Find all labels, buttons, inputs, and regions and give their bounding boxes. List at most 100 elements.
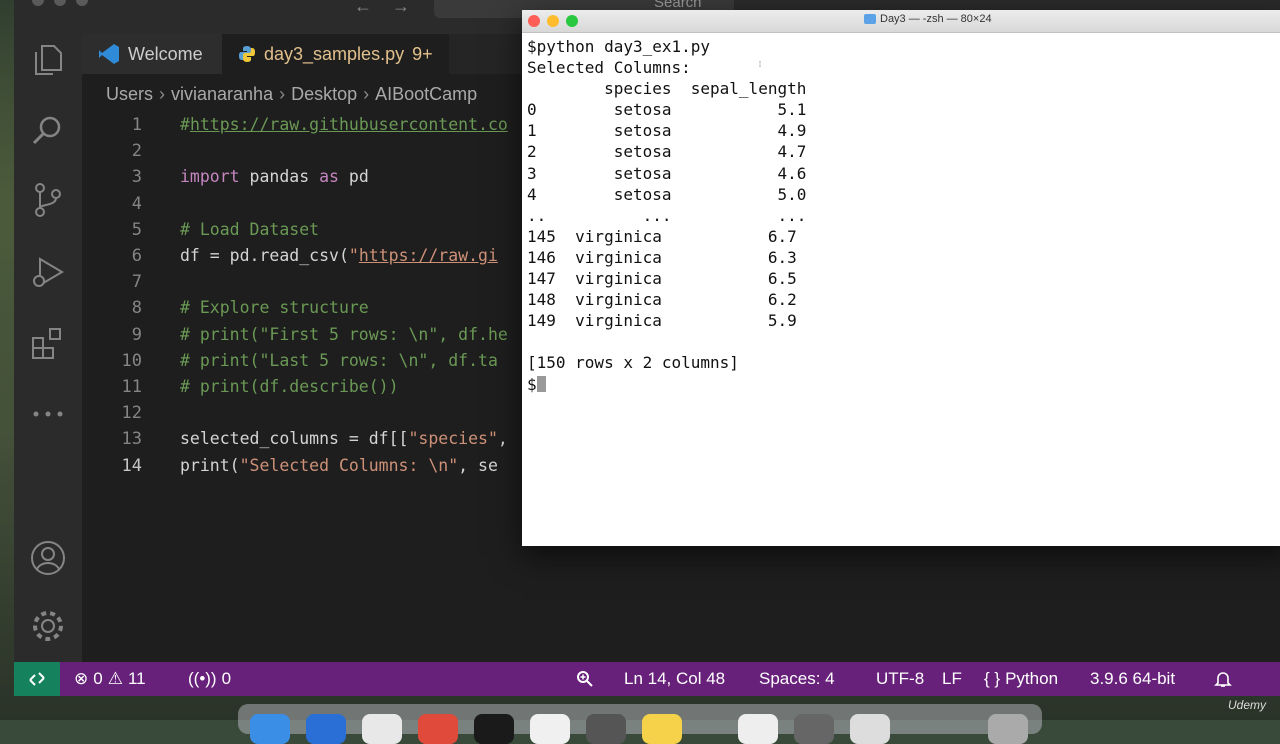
minimize-dot[interactable] bbox=[54, 0, 66, 6]
code-token: # print(df.describe()) bbox=[180, 377, 399, 396]
tab-label: day3_samples.py bbox=[264, 43, 405, 64]
udemy-watermark: Udemy bbox=[1227, 698, 1266, 712]
settings-gear-icon[interactable] bbox=[30, 608, 66, 644]
code-token: df = pd.read_csv( bbox=[180, 246, 349, 265]
app-dock-icon[interactable] bbox=[794, 714, 834, 744]
breadcrumb-item[interactable]: Desktop bbox=[291, 84, 357, 104]
notifications-bell-icon[interactable] bbox=[1214, 662, 1232, 696]
problems-badge: 9+ bbox=[412, 43, 433, 64]
code-text: # print("Last 5 rows: \n", df.ta bbox=[180, 348, 498, 374]
trash-dock-icon[interactable] bbox=[988, 714, 1028, 744]
encoding[interactable]: UTF-8 bbox=[876, 662, 924, 696]
error-count: 0 bbox=[93, 669, 103, 688]
run-debug-icon[interactable] bbox=[30, 254, 66, 290]
line-number: 12 bbox=[121, 403, 142, 424]
line-number: 13 bbox=[121, 429, 142, 450]
terminal-output[interactable]: $python day3_ex1.py Selected Columns: spe… bbox=[527, 36, 806, 395]
code-text: # Load Dataset bbox=[180, 217, 319, 243]
code-token: print( bbox=[180, 455, 240, 475]
ports-count: 0 bbox=[221, 669, 232, 688]
python-file-icon bbox=[239, 46, 255, 62]
code-text: # print("First 5 rows: \n", df.he bbox=[180, 322, 508, 348]
code-token: " bbox=[348, 246, 359, 265]
source-control-icon[interactable] bbox=[30, 182, 66, 218]
terminal-window[interactable]: Day3 — -zsh — 80×24 $python day3_ex1.py S… bbox=[522, 10, 1280, 546]
terminal-window-controls bbox=[528, 15, 578, 27]
app-dock-icon[interactable] bbox=[586, 714, 626, 744]
tab-day3-samples[interactable]: day3_samples.py 9+ bbox=[222, 34, 449, 74]
breadcrumb: Users › vivianaranha › Desktop › AIBootCamp bbox=[106, 84, 477, 105]
code-text: print("Selected Columns: \n", se bbox=[180, 453, 498, 479]
chevron-right-icon: › bbox=[363, 84, 370, 104]
terminal-line: [150 rows x 2 columns] bbox=[527, 353, 739, 373]
code-token: pd bbox=[338, 167, 369, 187]
code-text: import pandas as pd bbox=[180, 164, 369, 190]
terminal-zoom-button[interactable] bbox=[566, 15, 578, 27]
terminal-close-button[interactable] bbox=[528, 15, 540, 27]
code-token: # print("Last 5 rows: \n", df.ta bbox=[180, 350, 498, 370]
terminal-line: 1 setosa 4.9 bbox=[527, 121, 807, 141]
zoom-dot[interactable] bbox=[76, 0, 88, 6]
finder-dock-icon[interactable] bbox=[250, 714, 290, 744]
terminal-line: 4 setosa 5.0 bbox=[527, 184, 807, 204]
code-token: , se bbox=[458, 455, 498, 475]
terminal-line: 0 setosa 5.1 bbox=[527, 100, 807, 120]
tab-welcome[interactable]: Welcome bbox=[82, 34, 222, 74]
folder-icon bbox=[864, 14, 876, 24]
broadcast-icon: ((•)) bbox=[188, 669, 217, 688]
more-icon[interactable] bbox=[30, 396, 66, 432]
line-number: 3 bbox=[131, 167, 142, 188]
indentation[interactable]: Spaces: 4 bbox=[759, 662, 835, 696]
close-dot[interactable] bbox=[32, 0, 44, 6]
line-number: 2 bbox=[131, 141, 142, 162]
warning-icon: ⚠ bbox=[107, 669, 123, 688]
nav-arrows: ←→ bbox=[354, 0, 430, 17]
line-number: 5 bbox=[131, 219, 142, 240]
python-interpreter[interactable]: 3.9.6 64-bit bbox=[1090, 662, 1175, 696]
ports-indicator[interactable]: ((•)) 0 bbox=[188, 662, 231, 696]
forward-arrow-icon[interactable]: → bbox=[392, 0, 430, 16]
zoom-icon[interactable] bbox=[576, 662, 594, 696]
warning-count: 11 bbox=[127, 669, 146, 688]
app-dock-icon[interactable] bbox=[418, 714, 458, 744]
app-dock-icon[interactable] bbox=[362, 714, 402, 744]
code-token: , bbox=[497, 429, 508, 449]
app-dock-icon[interactable] bbox=[530, 714, 570, 744]
language-mode[interactable]: { } Python bbox=[984, 662, 1058, 696]
terminal-titlebar: Day3 — -zsh — 80×24 bbox=[522, 10, 1280, 33]
cursor-position[interactable]: Ln 14, Col 48 bbox=[624, 662, 725, 696]
language-label: Python bbox=[1005, 669, 1059, 688]
macos-dock bbox=[238, 704, 1042, 744]
terminal-minimize-button[interactable] bbox=[547, 15, 559, 27]
app-dock-icon[interactable] bbox=[738, 714, 778, 744]
remote-indicator-icon[interactable] bbox=[14, 662, 60, 696]
breadcrumb-item[interactable]: vivianaranha bbox=[171, 84, 273, 104]
terminal-line: 3 setosa 4.6 bbox=[527, 163, 807, 183]
terminal-prompt[interactable]: $ bbox=[527, 374, 806, 395]
terminal-line: 146 virginica 6.3 bbox=[527, 247, 797, 267]
explorer-icon[interactable] bbox=[30, 42, 66, 78]
terminal-dock-icon[interactable] bbox=[474, 714, 514, 744]
error-icon: ⊗ bbox=[74, 669, 89, 688]
terminal-line: $python day3_ex1.py bbox=[527, 37, 711, 56]
account-icon[interactable] bbox=[30, 540, 66, 576]
app-dock-icon[interactable] bbox=[850, 714, 890, 744]
problems-indicator[interactable]: ⊗ 0 ⚠ 11 bbox=[74, 662, 146, 696]
safari-dock-icon[interactable] bbox=[306, 714, 346, 744]
text-cursor-icon bbox=[759, 61, 761, 67]
terminal-line: 145 virginica 6.7 bbox=[527, 226, 797, 246]
terminal-title-label: Day3 — -zsh — 80×24 bbox=[880, 13, 992, 25]
breadcrumb-item[interactable]: AIBootCamp bbox=[375, 84, 477, 104]
extensions-icon[interactable] bbox=[30, 326, 66, 362]
terminal-line: 148 virginica 6.2 bbox=[527, 290, 797, 310]
code-text: #https://raw.githubusercontent.co bbox=[180, 112, 508, 138]
search-icon[interactable] bbox=[30, 112, 66, 148]
code-token: "Selected Columns: \n" bbox=[239, 455, 459, 475]
chevron-right-icon: › bbox=[159, 84, 166, 104]
line-number: 9 bbox=[131, 324, 142, 345]
breadcrumb-item[interactable]: Users bbox=[106, 84, 153, 104]
end-of-line[interactable]: LF bbox=[942, 662, 962, 696]
notes-dock-icon[interactable] bbox=[642, 714, 682, 744]
back-arrow-icon[interactable]: ← bbox=[354, 0, 392, 16]
